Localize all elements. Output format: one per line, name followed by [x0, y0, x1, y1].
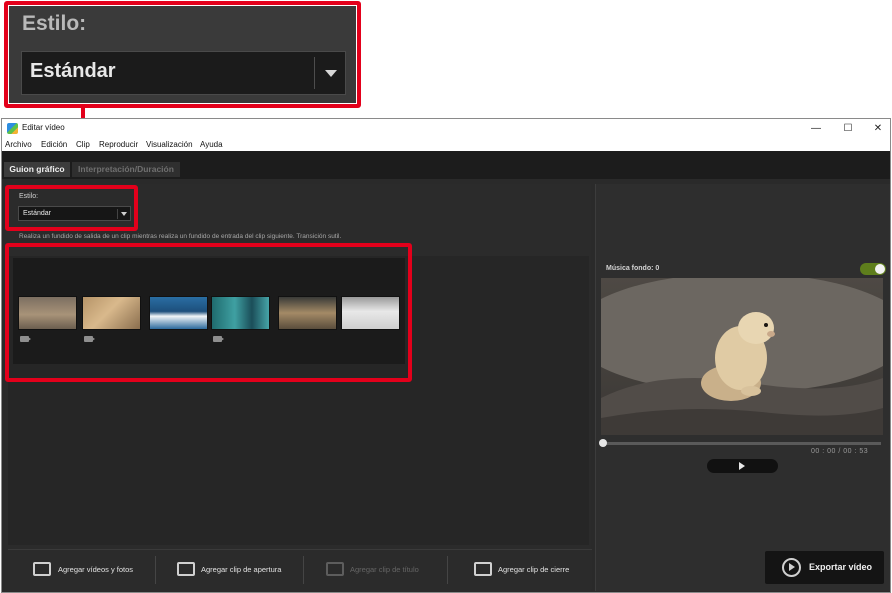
toggle-knob [875, 264, 885, 274]
seek-handle[interactable] [599, 439, 607, 447]
filmstrip-highlight-frame [5, 243, 412, 382]
prairie-dog-photo [601, 278, 883, 435]
title-bar: Editar vídeo — ☐ ✕ [2, 119, 890, 139]
play-icon [739, 462, 745, 470]
add-videos-photos-button[interactable]: Agregar vídeos y fotos [8, 550, 154, 590]
style-description: Realiza un fundido de salida de un clip … [19, 233, 342, 240]
preview-panel: Música fondo: 0 00: 00 / 00: 53 Export… [595, 184, 890, 591]
add-opening-clip-button[interactable]: Agregar clip de apertura [156, 550, 302, 590]
tab-bar: Guion gráfico Interpretación/Duración [2, 151, 890, 179]
add-opening-clip-label: Agregar clip de apertura [201, 565, 282, 574]
time-total: 00 : 53 [843, 448, 869, 455]
add-title-clip-label: Agregar clip de título [350, 565, 419, 574]
menu-archivo[interactable]: Archivo [5, 140, 32, 149]
window-title: Editar vídeo [22, 123, 65, 132]
menu-ayuda[interactable]: Ayuda [200, 140, 223, 149]
bottom-toolbar: Agregar vídeos y fotos Agregar clip de a… [8, 549, 592, 589]
video-preview [601, 278, 883, 435]
tab-storyboard[interactable]: Guion gráfico [4, 162, 70, 177]
add-videos-photos-label: Agregar vídeos y fotos [58, 565, 134, 574]
background-music-toggle[interactable] [860, 263, 886, 275]
background-music-label: Música fondo: 0 [606, 265, 660, 272]
play-button[interactable] [707, 459, 778, 473]
maximize-button[interactable]: ☐ [834, 121, 862, 137]
export-video-button[interactable]: Exportar vídeo [765, 551, 884, 584]
title-clip-icon [326, 562, 344, 576]
time-current: 00 : 00 [811, 448, 836, 455]
time-separator: / [838, 448, 841, 455]
menu-edicion[interactable]: Edición [41, 140, 67, 149]
menu-reproducir[interactable]: Reproducir [99, 140, 138, 149]
export-video-label: Exportar vídeo [809, 562, 873, 572]
playback-time: 00 : 00 / 00 : 53 [811, 448, 868, 455]
menu-bar: Archivo Edición Clip Reproducir Visualiz… [2, 139, 890, 151]
close-button[interactable]: ✕ [864, 121, 892, 137]
tab-interpretation-duration[interactable]: Interpretación/Duración [72, 162, 180, 177]
menu-clip[interactable]: Clip [76, 140, 90, 149]
style-highlight-frame [5, 185, 138, 231]
add-closing-clip-button[interactable]: Agregar clip de cierre [448, 550, 592, 590]
export-film-icon [782, 558, 801, 577]
opening-clip-icon [177, 562, 195, 576]
app-icon [7, 123, 18, 134]
add-closing-clip-label: Agregar clip de cierre [498, 565, 570, 574]
closing-clip-icon [474, 562, 492, 576]
add-title-clip-button[interactable]: Agregar clip de título [304, 550, 446, 590]
add-media-icon [33, 562, 51, 576]
callout-highlight-frame [4, 1, 361, 108]
menu-visualizacion[interactable]: Visualización [146, 140, 193, 149]
seek-bar[interactable] [599, 439, 881, 447]
minimize-button[interactable]: — [802, 121, 830, 137]
